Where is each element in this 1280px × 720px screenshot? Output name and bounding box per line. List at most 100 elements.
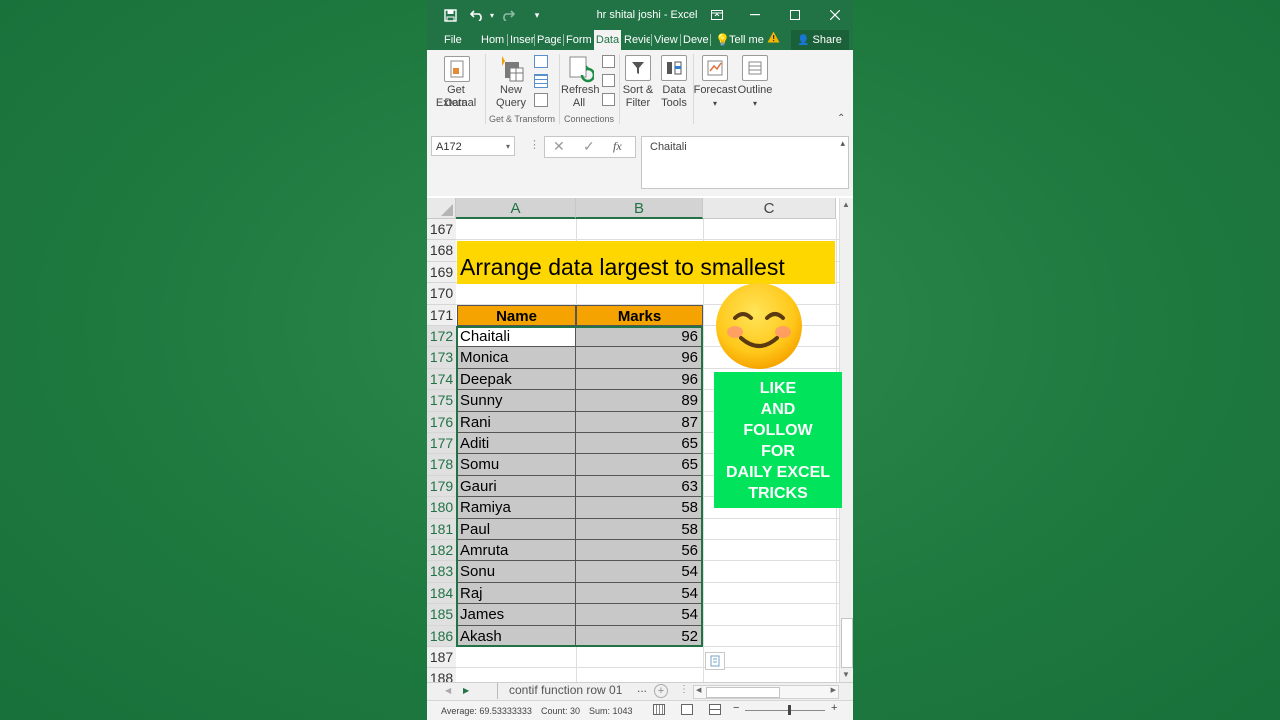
from-table-icon[interactable] [534,74,548,88]
row-header[interactable]: 182 [427,540,456,562]
row-header[interactable]: 177 [427,433,456,455]
table-cell-name[interactable]: Somu [457,454,576,476]
table-cell-marks[interactable]: 54 [576,604,702,626]
more-sheets[interactable]: ... [637,681,647,695]
table-cell-name[interactable]: Chaitali [457,326,576,348]
table-cell-marks[interactable]: 54 [576,561,702,583]
scroll-right-icon[interactable]: ▶ [831,686,836,694]
connections-icon[interactable] [602,55,615,68]
table-cell-marks[interactable]: 96 [576,368,702,391]
table-cell-marks[interactable]: 58 [576,497,702,519]
table-cell-name[interactable]: Aditi [457,433,576,455]
horizontal-scroll-thumb[interactable] [706,687,780,698]
zoom-out-icon[interactable]: − [733,702,739,714]
table-cell-marks[interactable]: 52 [576,625,702,647]
vertical-scroll-thumb[interactable] [841,618,853,668]
forecast-button[interactable]: Forecast ▾ [694,50,736,112]
cancel-icon[interactable]: ✕ [553,138,565,155]
zoom-slider-thumb[interactable] [788,705,791,715]
row-header[interactable]: 187 [427,647,456,669]
ribbon-display-icon[interactable] [707,0,727,30]
show-queries-icon[interactable] [534,55,548,68]
minimize-icon[interactable] [747,0,763,30]
table-cell-marks[interactable]: 63 [576,475,702,498]
data-tools-button[interactable]: Data Tools [657,50,691,112]
insert-function-button[interactable]: fx [613,139,622,154]
column-header-a[interactable]: A [456,198,576,219]
collapse-ribbon-icon[interactable]: ⌃ [837,114,849,124]
row-header[interactable]: 175 [427,390,456,412]
table-cell-name[interactable]: Deepak [457,368,576,391]
row-header[interactable]: 174 [427,368,456,391]
sheet-tab[interactable]: contif function row 01 [509,683,622,697]
zoom-in-icon[interactable]: + [831,702,837,714]
table-cell-name[interactable]: Raj [457,582,576,605]
row-header[interactable]: 171 [427,304,456,326]
row-header[interactable]: 180 [427,497,456,519]
share-button[interactable]: 👤 Share [791,30,849,50]
table-cell-marks[interactable]: 89 [576,390,702,412]
scroll-down-icon[interactable]: ▼ [842,670,850,679]
scroll-left-icon[interactable]: ◀ [696,686,701,694]
undo-icon[interactable] [467,0,487,30]
column-header-b[interactable]: B [576,198,703,219]
row-header[interactable]: 172 [427,326,456,348]
table-cell-name[interactable]: James [457,604,576,626]
horizontal-scrollbar[interactable]: ◀ ▶ [693,685,839,699]
enter-icon[interactable]: ✓ [583,138,595,155]
row-header[interactable]: 169 [427,261,456,284]
page-layout-view-icon[interactable] [681,704,693,715]
row-header[interactable]: 170 [427,283,456,305]
get-external-data-button[interactable]: Get External Data [427,50,485,112]
name-box[interactable]: A172 ▾ [431,136,515,156]
row-header[interactable]: 176 [427,411,456,433]
table-cell-marks[interactable]: 54 [576,582,702,605]
new-query-button[interactable]: New Query [489,50,533,112]
undo-dropdown-icon[interactable]: ▾ [487,0,497,30]
table-cell-name[interactable]: Akash [457,625,576,647]
row-header[interactable]: 167 [427,219,456,241]
tab-page-layout[interactable]: Page [537,30,561,50]
tab-formulas[interactable]: Form [566,30,592,50]
warning-icon[interactable] [767,30,783,50]
close-icon[interactable] [827,0,843,30]
tab-review[interactable]: Revie [624,30,650,50]
add-sheet-icon[interactable]: + [654,684,668,698]
table-cell-name[interactable]: Gauri [457,475,576,498]
tab-insert[interactable]: Inser [510,30,534,50]
normal-view-icon[interactable] [653,704,665,715]
formula-input[interactable]: Chaitali ▴ [641,136,849,189]
maximize-icon[interactable] [787,0,803,30]
select-all-button[interactable] [427,198,456,219]
tell-me-box[interactable]: Tell me [729,30,765,50]
tab-data[interactable]: Data [594,30,621,50]
table-cell-marks[interactable]: 87 [576,411,702,433]
scroll-up-icon[interactable]: ▲ [842,200,850,209]
outline-button[interactable]: Outline ▾ [737,50,773,112]
redo-icon[interactable] [499,0,517,30]
next-sheet-icon[interactable]: ▶ [463,686,469,695]
table-header-marks[interactable]: Marks [576,304,703,326]
table-header-name[interactable]: Name [457,304,576,326]
row-header[interactable]: 168 [427,240,456,262]
table-cell-marks[interactable]: 58 [576,518,702,540]
tab-view[interactable]: View [654,30,680,50]
name-box-dropdown-icon[interactable]: ▾ [506,137,510,157]
table-cell-marks[interactable]: 96 [576,347,702,369]
row-header[interactable]: 184 [427,582,456,605]
properties-icon[interactable] [602,74,615,87]
page-break-view-icon[interactable] [709,704,721,715]
table-cell-marks[interactable]: 65 [576,433,702,455]
table-cell-name[interactable]: Sonu [457,561,576,583]
row-header[interactable]: 178 [427,454,456,476]
split-handle-icon[interactable]: ⋮ [679,684,689,695]
column-header-c[interactable]: C [703,198,836,219]
table-cell-marks[interactable]: 65 [576,454,702,476]
quick-analysis-icon[interactable] [705,652,725,670]
row-header[interactable]: 185 [427,604,456,626]
zoom-slider[interactable] [745,710,825,711]
recent-sources-icon[interactable] [534,93,548,107]
table-cell-name[interactable]: Paul [457,518,576,540]
table-cell-marks[interactable]: 96 [576,326,702,348]
table-cell-name[interactable]: Ramiya [457,497,576,519]
